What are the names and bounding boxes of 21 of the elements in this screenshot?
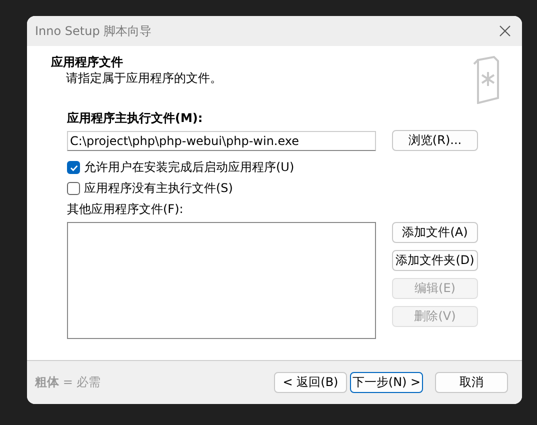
footer-button[interactable]: 下一步(N) > [350,372,423,393]
page-title: 应用程序文件 [51,54,124,70]
window-title: Inno Setup 脚本向导 [35,22,152,40]
browse-button[interactable]: 浏览(R)... [392,130,478,151]
checkbox-label: 允许用户在安装完成后启动应用程序(U) [84,159,294,176]
checkbox-label: 应用程序没有主执行文件(S) [84,180,233,197]
field-label: 应用程序主执行文件(M): [67,110,204,126]
list-button[interactable]: 添加文件夹(D) [392,250,478,271]
check-icon [68,162,78,172]
list-label: 其他应用程序文件(F): [67,201,184,217]
file-list[interactable] [67,222,376,339]
document-icon [472,56,500,104]
footer-button[interactable]: < 返回(B) [274,372,347,393]
input-field[interactable]: C:\project\php\php-webui\php-win.exe [67,130,376,150]
page-subtitle: 请指定属于应用程序的文件。 [65,70,222,86]
checkbox[interactable] [67,182,80,195]
legend-text: 粗体 = 必需 [35,374,101,391]
close-icon[interactable] [499,25,511,37]
list-button[interactable]: 添加文件(A) [392,222,478,243]
footer-button[interactable]: 取消 [435,372,508,393]
checkbox[interactable] [67,161,80,174]
